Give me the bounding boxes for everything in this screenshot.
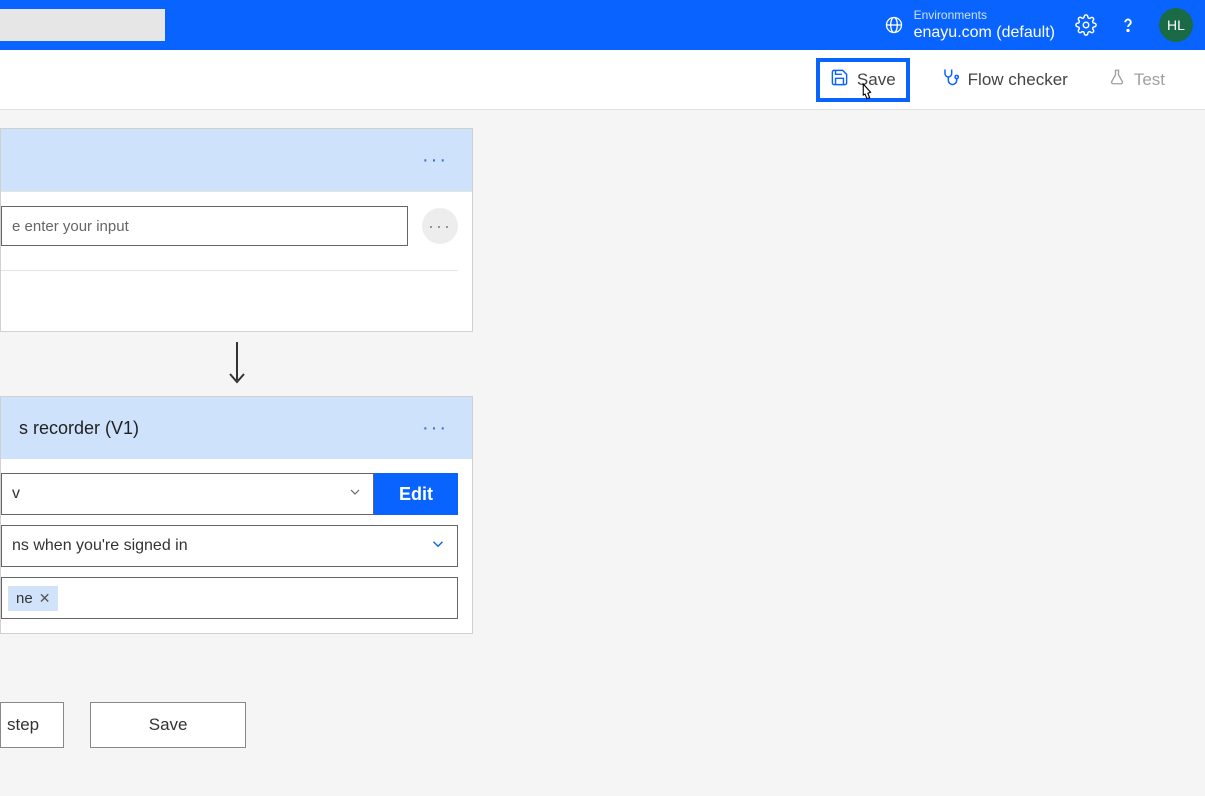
flow-checker-label: Flow checker bbox=[968, 70, 1068, 90]
action-title: s recorder (V1) bbox=[19, 418, 416, 439]
run-mode-value: ns when you're signed in bbox=[12, 537, 188, 555]
environment-label: Environments bbox=[914, 8, 1055, 22]
test-button[interactable]: Test bbox=[1098, 62, 1175, 97]
trigger-card[interactable]: ··· e enter your input ··· bbox=[0, 128, 473, 332]
run-mode-select[interactable]: ns when you're signed in bbox=[1, 525, 458, 567]
flow-canvas: ··· e enter your input ··· s recorder (V… bbox=[0, 110, 1205, 634]
trigger-input-placeholder: e enter your input bbox=[12, 218, 129, 235]
card-menu-icon[interactable]: ··· bbox=[416, 413, 454, 444]
footer-save-button[interactable]: Save bbox=[90, 702, 246, 748]
parameter-token[interactable]: ne ✕ bbox=[8, 586, 58, 611]
trigger-input[interactable]: e enter your input bbox=[1, 206, 408, 246]
edit-label: Edit bbox=[399, 484, 433, 505]
search-input[interactable] bbox=[0, 9, 165, 41]
trigger-card-body: e enter your input ··· bbox=[1, 191, 472, 331]
action-card[interactable]: s recorder (V1) ··· v Edit ns when you'r… bbox=[0, 396, 473, 634]
flask-icon bbox=[1108, 68, 1126, 91]
top-app-bar: Environments enayu.com (default) HL bbox=[0, 0, 1205, 50]
flow-select-value: v bbox=[12, 485, 20, 503]
environment-text: Environments enayu.com (default) bbox=[914, 8, 1055, 42]
action-card-header[interactable]: s recorder (V1) ··· bbox=[1, 397, 472, 459]
topbar-right: Environments enayu.com (default) HL bbox=[884, 8, 1193, 42]
new-step-button[interactable]: step bbox=[0, 702, 64, 748]
footer-actions: step Save bbox=[0, 702, 246, 748]
edit-button[interactable]: Edit bbox=[374, 473, 458, 515]
footer-save-label: Save bbox=[149, 715, 188, 734]
chevron-down-icon bbox=[429, 535, 447, 558]
avatar-initials: HL bbox=[1167, 17, 1185, 33]
trigger-card-header[interactable]: ··· bbox=[1, 129, 472, 191]
stethoscope-icon bbox=[940, 67, 960, 92]
avatar[interactable]: HL bbox=[1159, 8, 1193, 42]
help-icon[interactable] bbox=[1117, 14, 1139, 36]
test-label: Test bbox=[1134, 70, 1165, 90]
flow-arrow bbox=[0, 332, 473, 396]
chevron-down-icon bbox=[347, 484, 363, 505]
settings-icon[interactable] bbox=[1075, 14, 1097, 36]
save-button[interactable]: Save bbox=[816, 58, 910, 102]
save-label: Save bbox=[857, 70, 896, 90]
card-menu-icon[interactable]: ··· bbox=[416, 145, 454, 176]
token-label: ne bbox=[16, 590, 33, 607]
token-input[interactable]: ne ✕ bbox=[1, 577, 458, 619]
command-bar: Save Flow checker Test bbox=[0, 50, 1205, 110]
remove-token-icon[interactable]: ✕ bbox=[39, 590, 51, 607]
input-options-icon[interactable]: ··· bbox=[422, 208, 458, 244]
flow-checker-button[interactable]: Flow checker bbox=[930, 61, 1078, 98]
environment-name: enayu.com (default) bbox=[914, 23, 1055, 42]
flow-select[interactable]: v bbox=[1, 473, 374, 515]
globe-icon bbox=[884, 15, 904, 35]
save-icon bbox=[830, 68, 849, 92]
environment-selector[interactable]: Environments enayu.com (default) bbox=[884, 8, 1055, 42]
step-label: step bbox=[7, 715, 39, 734]
